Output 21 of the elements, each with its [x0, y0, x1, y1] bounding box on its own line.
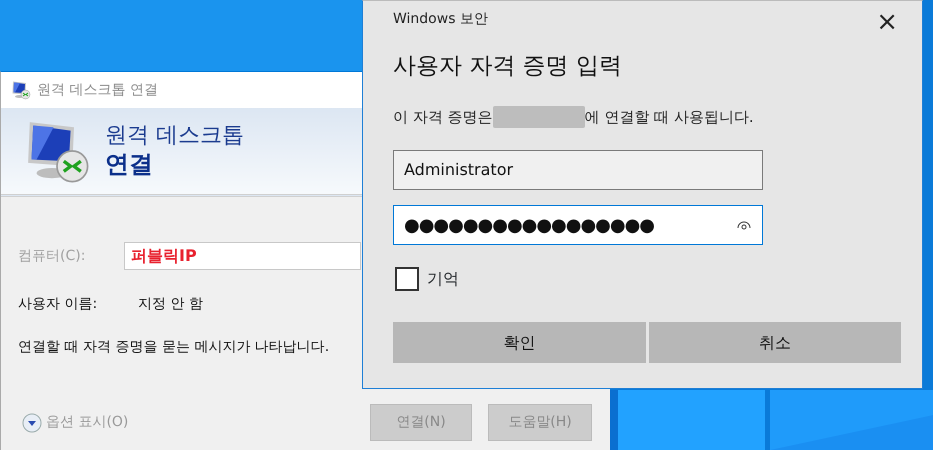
header-title: 원격 데스크톱 — [105, 123, 244, 150]
cancel-button[interactable]: 취소 — [648, 322, 901, 363]
dialog-title: Windows 보안 — [393, 10, 488, 29]
ok-button[interactable]: 확인 — [393, 322, 646, 363]
description-text: 에 연결할 때 사용됩니다. — [584, 106, 754, 128]
remember-checkbox[interactable] — [395, 267, 419, 291]
reveal-password-icon[interactable] — [736, 219, 752, 231]
dialog-heading: 사용자 자격 증명 입력 — [393, 52, 623, 81]
expand-icon[interactable] — [22, 412, 42, 432]
remember-label: 기억 — [427, 268, 459, 290]
description-text: 이 자격 증명은 — [393, 106, 493, 128]
username-label: 사용자 이름: — [18, 295, 98, 314]
header-subtitle: 연결 — [105, 150, 154, 179]
prompt-message: 연결할 때 자격 증명을 묻는 메시지가 나타납니다. — [18, 338, 330, 357]
password-field[interactable]: ●●●●●●●●●●●●●●●●● — [393, 205, 763, 245]
window-title: 원격 데스크톱 연결 — [37, 80, 158, 100]
close-button[interactable]: × — [872, 9, 902, 35]
remote-desktop-icon — [11, 80, 31, 100]
username-value: 지정 안 함 — [138, 295, 203, 314]
username-field[interactable]: Administrator — [393, 150, 763, 190]
computer-label: 컴퓨터(C): — [18, 246, 86, 266]
